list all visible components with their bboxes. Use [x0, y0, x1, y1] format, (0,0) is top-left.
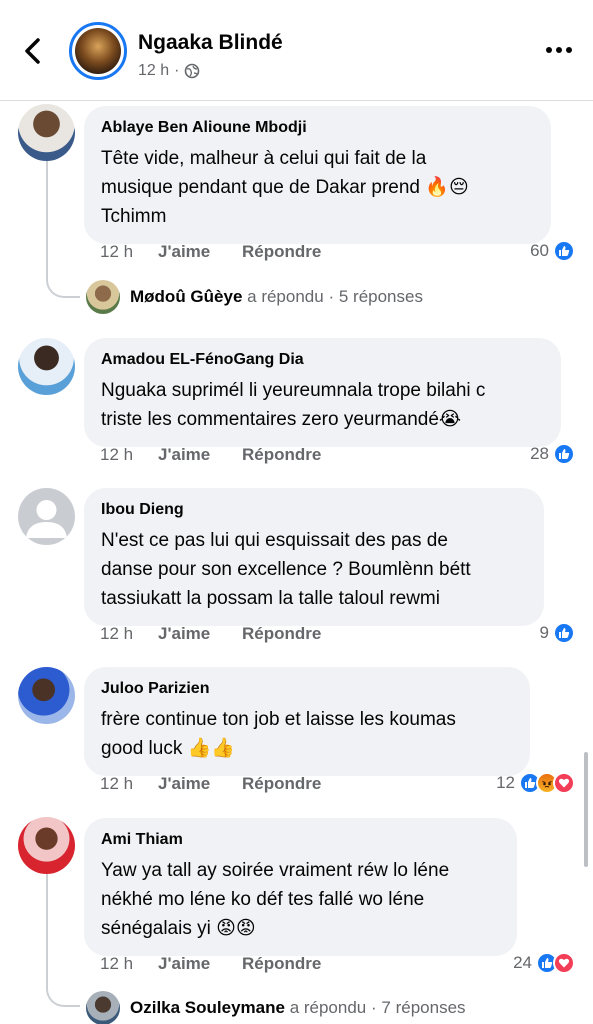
scrollbar[interactable]	[584, 752, 588, 867]
love-reaction-icon	[553, 952, 575, 974]
avatar[interactable]	[18, 667, 75, 724]
replies-link[interactable]: Mødoû Gûèye a répondu · 5 réponses	[86, 280, 423, 314]
love-reaction-icon	[553, 772, 575, 794]
comment-time: 12 h	[100, 624, 134, 643]
comment-bubble: Ibou Dieng N'est ce pas lui qui esquissa…	[84, 488, 544, 626]
comment-author[interactable]: Ami Thiam	[101, 830, 501, 850]
comment-text: Nguaka suprimél li yeureumnala trope bil…	[101, 380, 486, 430]
reaction-count: 28	[530, 444, 549, 463]
comment-actions: 12 h J'aime Répondre	[100, 445, 321, 465]
comment-actions: 12 h J'aime Répondre	[100, 774, 321, 794]
reaction-summary[interactable]: 24	[513, 952, 575, 974]
reply-button[interactable]: Répondre	[242, 242, 321, 262]
comment-actions: 12 h J'aime Répondre	[100, 624, 321, 644]
reply-thread-line	[46, 873, 80, 1007]
default-avatar-icon	[26, 500, 67, 538]
like-reaction-icon	[553, 443, 575, 465]
avatar	[86, 280, 120, 314]
avatar[interactable]	[18, 104, 75, 161]
more-horizontal-icon[interactable]	[544, 43, 574, 57]
like-button[interactable]: J'aime	[158, 624, 242, 644]
reply-button[interactable]: Répondre	[242, 954, 321, 974]
reaction-count: 24	[513, 953, 532, 972]
reaction-summary[interactable]: 12	[496, 772, 575, 794]
reaction-summary[interactable]: 28	[530, 443, 575, 465]
reply-button[interactable]: Répondre	[242, 445, 321, 465]
page-name[interactable]: Ngaaka Blindé	[138, 31, 283, 55]
like-button[interactable]: J'aime	[158, 774, 242, 794]
comment-time: 12 h	[100, 774, 134, 793]
replies-link[interactable]: Ozilka Souleymane a répondu · 7 réponses	[86, 991, 466, 1024]
reply-count: 5 réponses	[338, 287, 423, 306]
reaction-summary[interactable]: 9	[540, 622, 575, 644]
page-avatar[interactable]	[69, 22, 127, 80]
meta-separator: ·	[174, 62, 180, 79]
comment-bubble: Juloo Parizien frère continue ton job et…	[84, 667, 530, 776]
avatar	[86, 991, 120, 1024]
reply-button[interactable]: Répondre	[242, 624, 321, 644]
post-meta: 12 h ·	[138, 62, 200, 80]
like-reaction-icon	[553, 240, 575, 262]
comment-bubble: Amadou EL-FénoGang Dia Nguaka suprimél l…	[84, 338, 561, 447]
comment-bubble: Ablaye Ben Alioune Mbodji Tête vide, mal…	[84, 106, 551, 244]
reaction-count: 12	[496, 773, 515, 792]
comment-time: 12 h	[100, 954, 134, 973]
comment-author[interactable]: Juloo Parizien	[101, 679, 514, 699]
comment-author[interactable]: Ablaye Ben Alioune Mbodji	[101, 118, 535, 138]
comment-text: N'est ce pas lui qui esquissait des pas …	[101, 530, 471, 609]
avatar[interactable]	[18, 338, 75, 395]
like-reaction-icon	[553, 622, 575, 644]
comment-author[interactable]: Amadou EL-FénoGang Dia	[101, 350, 545, 370]
avatar[interactable]	[18, 488, 75, 545]
comment-actions: 12 h J'aime Répondre	[100, 954, 321, 974]
like-button[interactable]: J'aime	[158, 445, 242, 465]
comment-text: Yaw ya tall ay soirée vraiment réw lo lé…	[101, 860, 450, 939]
comment-time: 12 h	[100, 242, 134, 261]
reply-button[interactable]: Répondre	[242, 774, 321, 794]
reply-thread-line	[46, 160, 80, 298]
globe-icon	[185, 63, 200, 79]
reply-author: Ozilka Souleymane	[130, 998, 285, 1017]
reaction-count: 60	[530, 241, 549, 260]
reply-author: Mødoû Gûèye	[130, 287, 243, 306]
comment-time: 12 h	[100, 445, 134, 464]
like-button[interactable]: J'aime	[158, 954, 242, 974]
post-time: 12 h	[138, 62, 170, 79]
reaction-count: 9	[539, 623, 549, 642]
comment-author[interactable]: Ibou Dieng	[101, 500, 528, 520]
avatar[interactable]	[18, 817, 75, 874]
comment-bubble: Ami Thiam Yaw ya tall ay soirée vraiment…	[84, 818, 517, 956]
post-header: Ngaaka Blindé 12 h ·	[0, 0, 593, 101]
reaction-summary[interactable]: 60	[530, 240, 575, 262]
reply-count: 7 réponses	[381, 998, 466, 1017]
comment-text: Tête vide, malheur à celui qui fait de l…	[101, 148, 469, 227]
chevron-left-icon[interactable]	[18, 36, 48, 66]
comment-text: frère continue ton job et laisse les kou…	[101, 709, 456, 759]
comment-actions: 12 h J'aime Répondre	[100, 242, 321, 262]
like-button[interactable]: J'aime	[158, 242, 242, 262]
